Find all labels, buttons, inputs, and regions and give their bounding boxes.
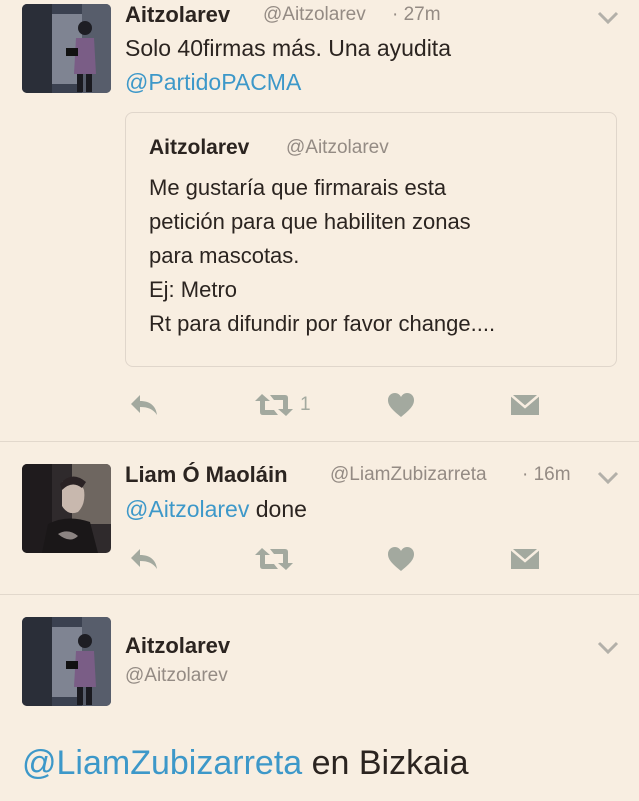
quoted-author-name: Aitzolarev bbox=[149, 136, 250, 159]
dm-icon bbox=[510, 548, 540, 569]
mention-link[interactable]: @PartidoPACMA bbox=[125, 65, 301, 99]
author-name[interactable]: Liam Ó Maoláin bbox=[125, 462, 288, 488]
avatar[interactable] bbox=[22, 4, 111, 93]
author-name[interactable]: Aitzolarev bbox=[125, 2, 230, 28]
reply-button[interactable] bbox=[128, 390, 160, 420]
quoted-author-handle: @Aitzolarev bbox=[286, 137, 389, 158]
dm-icon bbox=[510, 394, 540, 415]
detail-tweet-text: @LiamZubizarreta en Bizkaia bbox=[22, 744, 469, 783]
author-handle[interactable]: @Aitzolarev bbox=[125, 665, 228, 687]
mention-link[interactable]: @Aitzolarev bbox=[125, 496, 249, 522]
chevron-down-icon[interactable] bbox=[596, 640, 620, 656]
reply-icon bbox=[131, 395, 157, 415]
retweet-icon bbox=[255, 394, 293, 416]
tweet-2[interactable]: Liam Ó Maoláin @LiamZubizarreta · 16m @A… bbox=[0, 442, 639, 592]
author-handle[interactable]: @Aitzolarev bbox=[263, 4, 366, 26]
tweet-1[interactable]: Aitzolarev @Aitzolarev · 27m Solo 40firm… bbox=[0, 0, 639, 440]
avatar[interactable] bbox=[22, 617, 111, 706]
reply-icon bbox=[131, 549, 157, 569]
retweet-count: 1 bbox=[300, 394, 311, 415]
like-icon bbox=[388, 547, 414, 571]
tweet-text: @Aitzolarev done bbox=[125, 492, 307, 526]
tweet-body: done bbox=[249, 496, 307, 522]
tweet-text: Solo 40firmas más. Una ayudita bbox=[125, 35, 451, 61]
chevron-down-icon[interactable] bbox=[596, 10, 620, 26]
quoted-tweet[interactable]: Aitzolarev @Aitzolarev Me gustaría que f… bbox=[125, 112, 617, 367]
timestamp[interactable]: · 16m bbox=[522, 464, 571, 486]
retweet-button[interactable]: 1 bbox=[254, 390, 311, 420]
author-handle[interactable]: @LiamZubizarreta bbox=[330, 464, 487, 486]
direct-message-button[interactable] bbox=[510, 390, 540, 420]
timestamp[interactable]: · 27m bbox=[392, 4, 441, 26]
like-button[interactable] bbox=[387, 544, 415, 574]
author-name[interactable]: Aitzolarev bbox=[125, 633, 230, 659]
avatar[interactable] bbox=[22, 464, 111, 553]
quoted-tweet-text: Me gustaría que firmarais esta petición … bbox=[149, 175, 496, 336]
mention-link[interactable]: @LiamZubizarreta bbox=[22, 744, 302, 782]
like-icon bbox=[388, 393, 414, 417]
tweet-body: en Bizkaia bbox=[302, 744, 469, 782]
direct-message-button[interactable] bbox=[510, 544, 540, 574]
chevron-down-icon[interactable] bbox=[596, 470, 620, 486]
retweet-icon bbox=[255, 548, 293, 570]
retweet-button[interactable] bbox=[254, 544, 294, 574]
like-button[interactable] bbox=[387, 390, 415, 420]
reply-button[interactable] bbox=[128, 544, 160, 574]
